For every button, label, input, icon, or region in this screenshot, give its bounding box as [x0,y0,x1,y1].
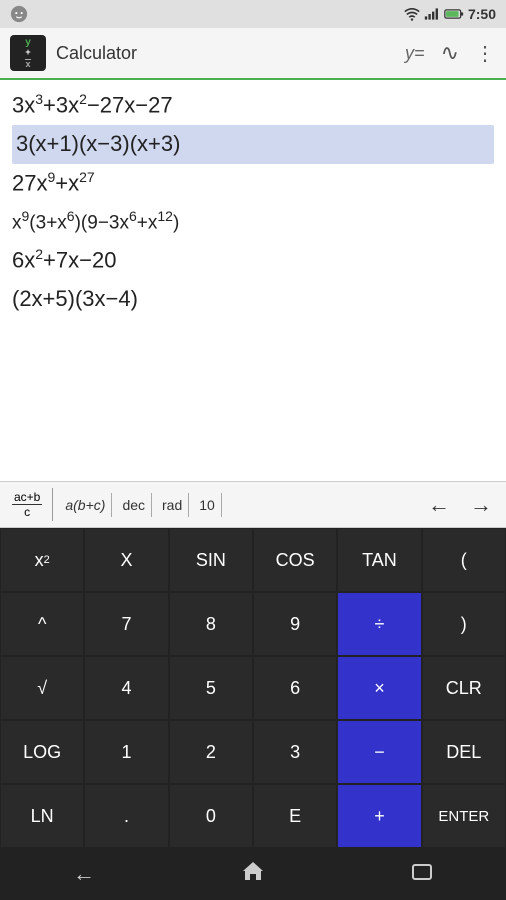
calc-row-1: x2 X SIN COS TAN ( [0,528,506,592]
battery-icon [444,8,464,20]
zero-button[interactable]: 0 [169,784,253,848]
left-arrow-button[interactable]: ← [420,488,458,522]
factor-button[interactable]: a(b+c) [59,493,112,517]
app-bar: y + x Calculator y= ∿ ⋮ [0,28,506,80]
clr-button[interactable]: CLR [422,656,506,720]
sqrt-button[interactable]: √ [0,656,84,720]
five-button[interactable]: 5 [169,656,253,720]
signal-icon [424,7,440,21]
toolbar-row: ac+b c a(b+c) dec rad 10 ← → [0,482,506,528]
open-paren-button[interactable]: ( [422,528,506,592]
enter-button[interactable]: ENTER [422,784,506,848]
bottom-nav: ← [0,848,506,900]
four-button[interactable]: 4 [84,656,168,720]
calc-row-2: ^ 7 8 9 ÷ ) [0,592,506,656]
right-arrow-button[interactable]: → [462,488,500,522]
calc-row-4: LOG 1 2 3 − DEL [0,720,506,784]
wave-button[interactable]: ∿ [441,40,459,66]
caret-button[interactable]: ^ [0,592,84,656]
calc-row-3: √ 4 5 6 × CLR [0,656,506,720]
rad-button[interactable]: rad [156,493,189,517]
tan-button[interactable]: TAN [337,528,421,592]
multiply-button[interactable]: × [337,656,421,720]
home-icon [241,860,265,882]
close-paren-button[interactable]: ) [422,592,506,656]
app-title: Calculator [56,43,405,64]
expr-row-1: 3x3+3x2−27x−27 [12,86,494,125]
dec-button[interactable]: dec [116,493,152,517]
back-button[interactable]: ← [53,853,115,895]
minus-button[interactable]: − [337,720,421,784]
x-squared-button[interactable]: x2 [0,528,84,592]
more-button[interactable]: ⋮ [475,41,496,66]
sin-button[interactable]: SIN [169,528,253,592]
status-time: 7:50 [468,6,496,22]
app-bar-actions: y= ∿ ⋮ [405,40,496,66]
two-button[interactable]: 2 [169,720,253,784]
status-right: 7:50 [404,6,496,22]
expr-row-3: 27x9+x27 [12,164,494,203]
eight-button[interactable]: 8 [169,592,253,656]
expr-row-2[interactable]: 3(x+1)(x−3)(x+3) [12,125,494,164]
six-button[interactable]: 6 [253,656,337,720]
recents-icon [411,863,433,881]
del-button[interactable]: DEL [422,720,506,784]
display-area: 3x3+3x2−27x−27 3(x+1)(x−3)(x+3) 27x9+x27… [0,80,506,482]
status-left [10,5,28,23]
one-button[interactable]: 1 [84,720,168,784]
wifi-icon [404,7,420,21]
recents-button[interactable] [391,853,453,895]
expr-row-6: (2x+5)(3x−4) [12,280,494,319]
cos-button[interactable]: COS [253,528,337,592]
status-bar: 7:50 [0,0,506,28]
notification-icon [10,5,28,23]
x-button[interactable]: X [84,528,168,592]
plus-button[interactable]: + [337,784,421,848]
app-icon: y + x [10,35,46,71]
seven-button[interactable]: 7 [84,592,168,656]
expr-row-5: 6x2+7x−20 [12,241,494,280]
calc-row-5: LN . 0 E + ENTER [0,784,506,848]
calculator: x2 X SIN COS TAN ( ^ 7 8 9 ÷ ) √ 4 5 6 ×… [0,528,506,848]
expr-row-4: x9(3+x6)(9−3x6+x12) [12,203,494,241]
nine-button[interactable]: 9 [253,592,337,656]
divide-button[interactable]: ÷ [337,592,421,656]
num-button[interactable]: 10 [193,493,222,517]
ln-button[interactable]: LN [0,784,84,848]
frac-top: ac+b [12,490,42,505]
log-button[interactable]: LOG [0,720,84,784]
three-button[interactable]: 3 [253,720,337,784]
fraction-button[interactable]: ac+b c [6,488,53,521]
home-button[interactable] [221,852,285,896]
frac-bottom: c [22,505,32,519]
dot-button[interactable]: . [84,784,168,848]
e-button[interactable]: E [253,784,337,848]
y-equals-button[interactable]: y= [405,43,425,64]
